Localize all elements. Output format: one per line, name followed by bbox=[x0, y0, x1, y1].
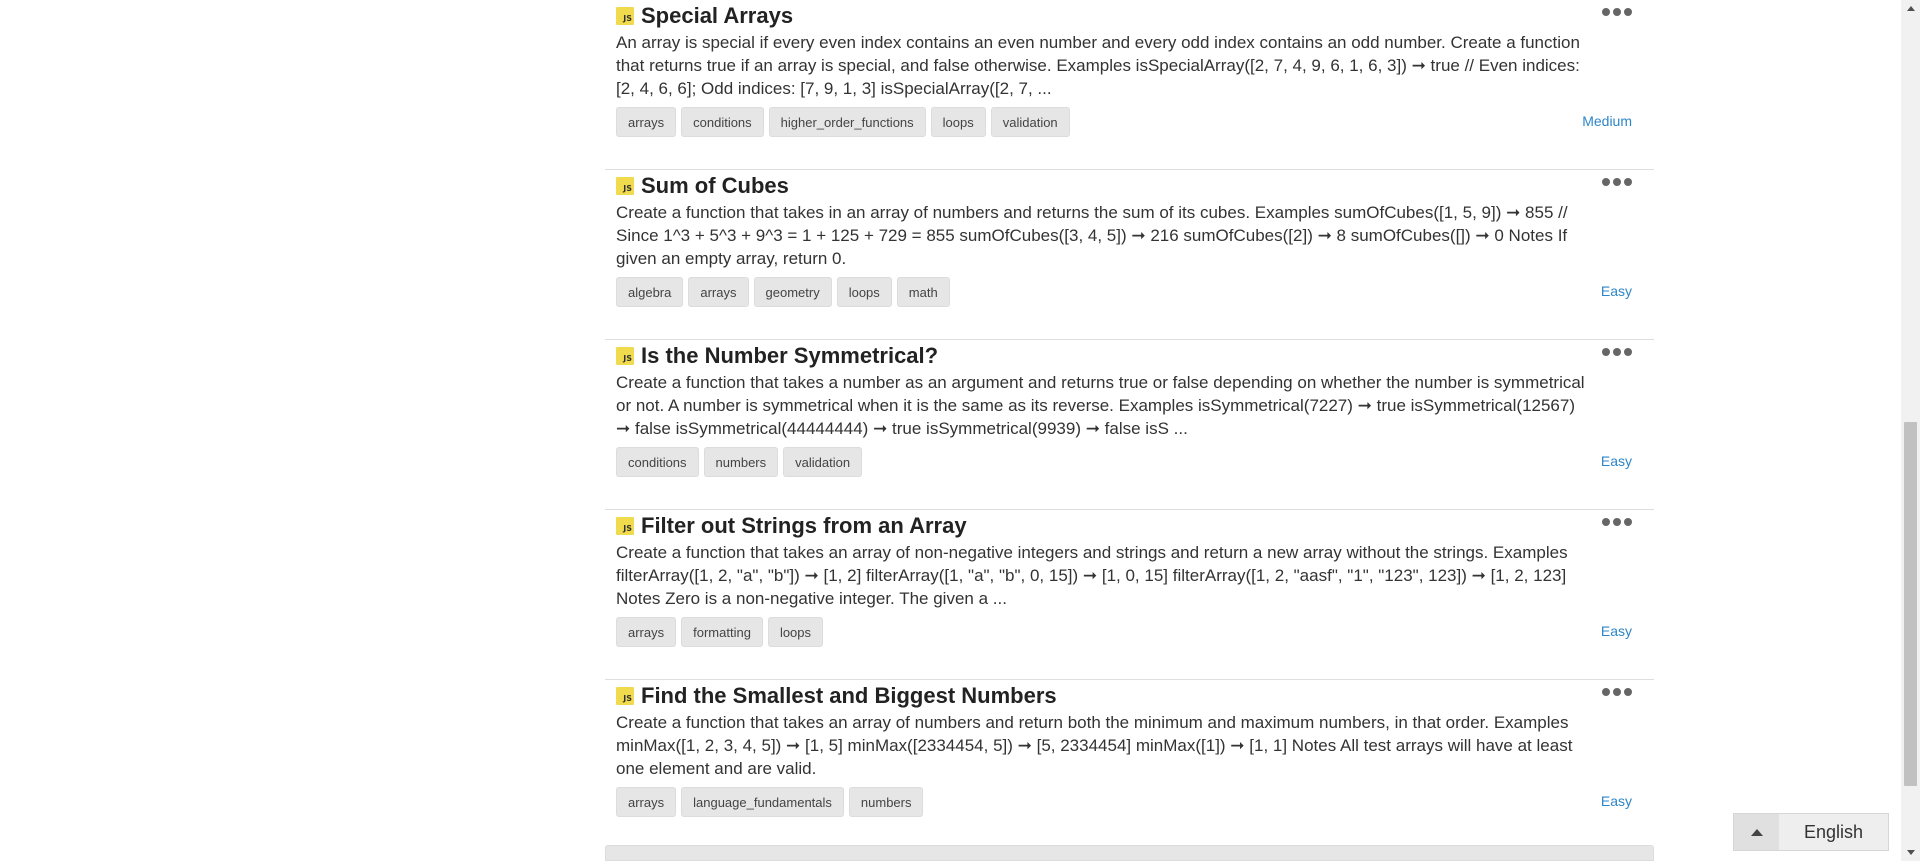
tag[interactable]: higher_order_functions bbox=[768, 107, 926, 137]
challenge-description: Create a function that takes in an array… bbox=[616, 203, 1568, 268]
tag[interactable]: loops bbox=[930, 107, 986, 137]
javascript-icon: JS bbox=[616, 687, 634, 705]
tag[interactable]: arrays bbox=[616, 617, 677, 647]
more-options-icon[interactable] bbox=[1602, 178, 1632, 186]
tag[interactable]: validation bbox=[990, 107, 1070, 137]
tag[interactable]: arrays bbox=[616, 107, 677, 137]
tag[interactable]: language_fundamentals bbox=[681, 787, 844, 817]
challenge-item: JS Find the Smallest and Biggest Numbers… bbox=[605, 680, 1654, 850]
tag[interactable]: formatting bbox=[681, 617, 763, 647]
next-item-preview bbox=[605, 845, 1654, 861]
language-label[interactable]: English bbox=[1779, 814, 1888, 850]
tag[interactable]: validation bbox=[783, 447, 863, 477]
challenge-list: JS Special Arrays An array is special if… bbox=[605, 0, 1654, 850]
tag[interactable]: conditions bbox=[616, 447, 699, 477]
more-options-icon[interactable] bbox=[1602, 518, 1632, 526]
challenge-description: Create a function that takes a number as… bbox=[616, 373, 1585, 438]
caret-up-icon[interactable] bbox=[1734, 814, 1779, 850]
javascript-icon: JS bbox=[616, 177, 634, 195]
difficulty-label[interactable]: Medium bbox=[1582, 113, 1632, 129]
challenge-description: Create a function that takes an array of… bbox=[616, 543, 1568, 608]
tag[interactable]: arrays bbox=[616, 787, 677, 817]
tag-list: arrays conditions higher_order_functions… bbox=[616, 107, 1070, 137]
javascript-icon: JS bbox=[616, 517, 634, 535]
more-options-icon[interactable] bbox=[1602, 8, 1632, 16]
challenge-title[interactable]: Special Arrays bbox=[641, 3, 793, 29]
tag[interactable]: math bbox=[896, 277, 950, 307]
tag[interactable]: numbers bbox=[848, 787, 924, 817]
scroll-down-arrow-icon[interactable] bbox=[1901, 844, 1920, 861]
language-selector[interactable]: English bbox=[1733, 813, 1889, 851]
challenge-title[interactable]: Filter out Strings from an Array bbox=[641, 513, 967, 539]
challenge-title[interactable]: Find the Smallest and Biggest Numbers bbox=[641, 683, 1057, 709]
challenge-description: An array is special if every even index … bbox=[616, 33, 1580, 98]
tag-list: algebra arrays geometry loops math bbox=[616, 277, 950, 307]
challenge-item: JS Filter out Strings from an Array Crea… bbox=[605, 510, 1654, 680]
tag[interactable]: algebra bbox=[616, 277, 684, 307]
tag[interactable]: loops bbox=[767, 617, 824, 647]
difficulty-label[interactable]: Easy bbox=[1601, 623, 1632, 639]
tag[interactable]: geometry bbox=[753, 277, 832, 307]
javascript-icon: JS bbox=[616, 347, 634, 365]
more-options-icon[interactable] bbox=[1602, 688, 1632, 696]
challenge-item: JS Special Arrays An array is special if… bbox=[605, 0, 1654, 170]
tag[interactable]: loops bbox=[836, 277, 892, 307]
tag[interactable]: arrays bbox=[688, 277, 749, 307]
tag-list: conditions numbers validation bbox=[616, 447, 863, 477]
difficulty-label[interactable]: Easy bbox=[1601, 283, 1632, 299]
tag-list: arrays language_fundamentals numbers bbox=[616, 787, 924, 817]
scrollbar-thumb[interactable] bbox=[1904, 422, 1917, 786]
challenge-title[interactable]: Sum of Cubes bbox=[641, 173, 789, 199]
more-options-icon[interactable] bbox=[1602, 348, 1632, 356]
difficulty-label[interactable]: Easy bbox=[1601, 453, 1632, 469]
challenge-title[interactable]: Is the Number Symmetrical? bbox=[641, 343, 938, 369]
page: JS Special Arrays An array is special if… bbox=[0, 0, 1920, 861]
vertical-scrollbar[interactable] bbox=[1901, 0, 1920, 861]
challenge-description: Create a function that takes an array of… bbox=[616, 713, 1573, 778]
tag[interactable]: conditions bbox=[681, 107, 764, 137]
tag[interactable]: numbers bbox=[703, 447, 779, 477]
tag-list: arrays formatting loops bbox=[616, 617, 824, 647]
challenge-item: JS Sum of Cubes Create a function that t… bbox=[605, 170, 1654, 340]
scroll-up-arrow-icon[interactable] bbox=[1901, 0, 1920, 17]
javascript-icon: JS bbox=[616, 7, 634, 25]
difficulty-label[interactable]: Easy bbox=[1601, 793, 1632, 809]
challenge-item: JS Is the Number Symmetrical? Create a f… bbox=[605, 340, 1654, 510]
